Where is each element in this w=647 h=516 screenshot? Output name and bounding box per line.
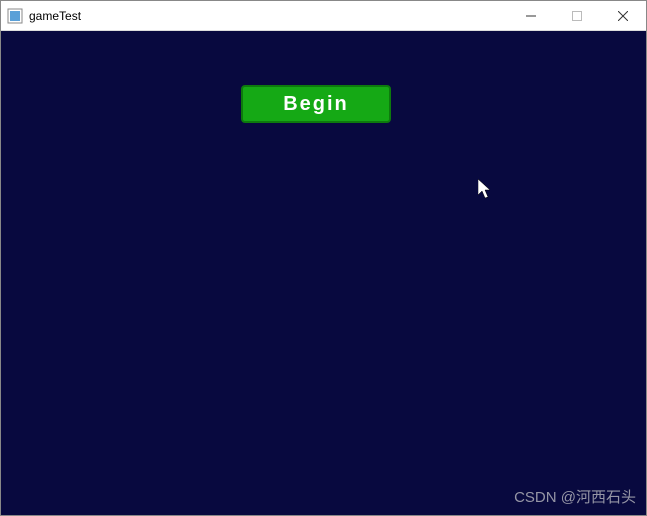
app-icon <box>7 8 23 24</box>
begin-button-label: Begin <box>283 93 349 116</box>
watermark-text: CSDN @河西石头 <box>514 486 636 507</box>
begin-button[interactable]: Begin <box>241 85 391 123</box>
titlebar[interactable]: gameTest <box>1 1 646 31</box>
window-title: gameTest <box>29 9 81 23</box>
cursor-icon <box>478 179 494 201</box>
maximize-button <box>554 1 600 31</box>
close-button[interactable] <box>600 1 646 31</box>
application-window: gameTest Begin CSDN @河西 <box>0 0 647 516</box>
minimize-button[interactable] <box>508 1 554 31</box>
window-controls <box>508 1 646 30</box>
game-canvas: Begin CSDN @河西石头 <box>1 31 646 515</box>
